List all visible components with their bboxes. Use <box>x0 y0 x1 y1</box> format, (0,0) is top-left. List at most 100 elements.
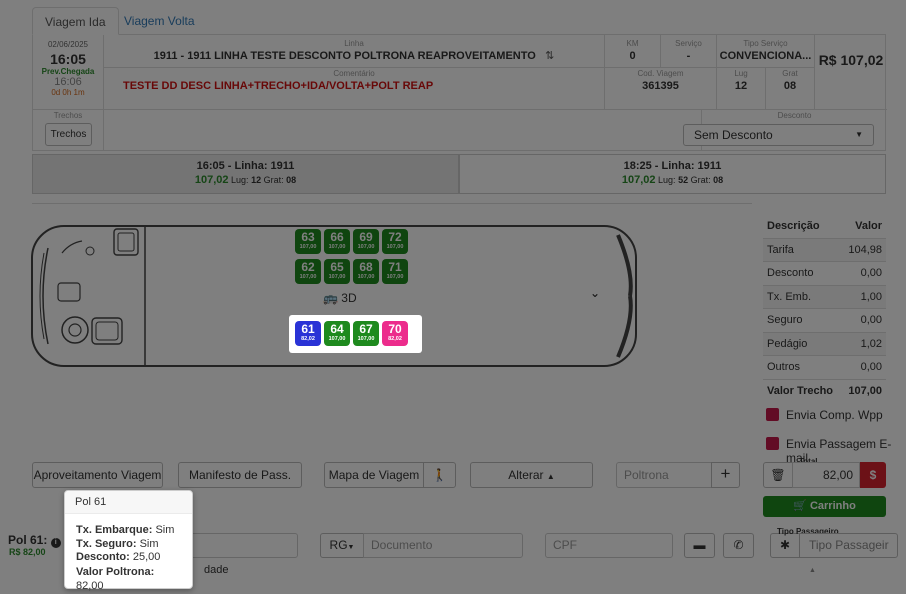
trash-icon[interactable]: 🗑 <box>763 462 793 488</box>
trip-header: 02/06/2025 16:05 Prev.Chegada 16:06 0d 0… <box>32 34 887 151</box>
price-row: Desconto 0,00 <box>763 261 886 285</box>
trip-option-1605[interactable]: 16:05 - Linha: 1911 107,02 Lug: 12 Grat:… <box>32 154 459 194</box>
trip-price: R$ 107,02 <box>818 52 884 68</box>
price-row: Tarifa 104,98 <box>763 237 886 261</box>
chevron-double-down-icon[interactable]: ⌄ ⌄ <box>590 286 600 314</box>
grat-cell: Grat 08 <box>766 68 815 110</box>
seat-70[interactable]: 70 82,02 <box>382 321 408 346</box>
add-icon[interactable]: + <box>711 462 740 488</box>
bus-icon: 🚌 <box>323 291 338 305</box>
seat-65[interactable]: 65 107,00 <box>324 259 350 284</box>
popover-desconto: Desconto: 25,00 <box>68 549 168 566</box>
price-table-header: Descrição Valor <box>767 219 882 232</box>
seat-68[interactable]: 68 107,00 <box>353 259 379 284</box>
tipo-passageiro-select[interactable]: Tipo Passageir ▲ <box>799 533 898 574</box>
alterar-button[interactable]: Alterar ▲ <box>470 462 593 488</box>
servico-value: - <box>686 50 691 62</box>
trip-option-1825[interactable]: 18:25 - Linha: 1911 107,02 Lug: 52 Grat:… <box>459 154 886 194</box>
linha-value: 1911 - 1911 LINHA TESTE DESCONTO POLTRON… <box>153 50 536 62</box>
caret-up-icon: ▲ <box>546 472 555 481</box>
desconto-label: Desconto <box>777 111 812 120</box>
km-cell: KM 0 <box>605 34 661 68</box>
boarding-walk-icon[interactable]: 🚶 <box>423 462 456 488</box>
lug-label: Lug <box>734 69 748 78</box>
km-label: KM <box>626 39 639 48</box>
bus-3d-toggle[interactable]: 🚌 3D <box>323 291 357 305</box>
cpf-input[interactable]: CPF <box>545 533 673 558</box>
aproveitamento-viagem-button[interactable]: Aproveitamento Viagem <box>32 462 163 488</box>
popover-valor-poltrona: Valor Poltrona: 82,00 <box>76 566 155 592</box>
divider <box>32 203 752 204</box>
price-cell: R$ 107,02 <box>815 34 887 110</box>
tab-viagem-volta[interactable]: Viagem Volta <box>112 7 207 35</box>
trip-title: 16:05 - Linha: 1911 <box>196 160 295 172</box>
envia-email-checkbox[interactable] <box>766 437 779 450</box>
bus-3d-label: 3D <box>341 291 357 305</box>
price-row: Tx. Emb. 1,00 <box>763 284 886 308</box>
tipo-servico-label: Tipo Serviço <box>743 39 788 48</box>
seat-64[interactable]: 64 107,00 <box>324 321 350 346</box>
grat-label: Grat <box>782 69 798 78</box>
seat-61[interactable]: 61 82,02 <box>295 321 321 346</box>
seat-63[interactable]: 63 107,00 <box>295 229 321 254</box>
swap-icon[interactable]: ⇅ <box>545 50 554 62</box>
comentario-label: Comentário <box>333 69 375 78</box>
departure-date: 02/06/2025 <box>47 40 89 49</box>
seat-71[interactable]: 71 107,00 <box>382 259 408 284</box>
tipo-servico-value: CONVENCIONA... <box>719 50 812 62</box>
carrinho-button[interactable]: 🛒 Carrinho <box>763 496 886 517</box>
desconto-select[interactable]: Sem Desconto ▼ <box>683 124 874 146</box>
phone-icon[interactable]: ✆ <box>723 533 754 558</box>
linha-label: Linha <box>344 39 364 48</box>
servico-cell: Serviço - <box>661 34 717 68</box>
grat-value: 08 <box>783 80 797 92</box>
seat-69[interactable]: 69 107,00 <box>353 229 379 254</box>
seat-66[interactable]: 66 107,00 <box>324 229 350 254</box>
child-icon[interactable]: ✱ <box>770 533 800 558</box>
rg-select[interactable]: RG▼ <box>320 533 364 558</box>
caret-up-icon: ▲ <box>809 567 816 574</box>
trechos-label: Trechos <box>53 111 83 120</box>
trechos-button[interactable]: Trechos <box>45 123 92 146</box>
total-value: 82,00 <box>792 462 860 488</box>
info-icon[interactable]: i <box>50 538 61 548</box>
envia-wpp-checkbox[interactable] <box>766 408 779 421</box>
cod-viagem-cell: Cod. Viagem 361395 <box>605 68 717 110</box>
trip-duration: 0d 0h 1m <box>51 88 85 97</box>
envia-wpp-label: Envia Comp. Wpp <box>786 408 883 422</box>
manifesto-pass-button[interactable]: Manifesto de Pass. <box>178 462 302 488</box>
comentario-value: TESTE DD DESC LINHA+TRECHO+IDA/VOLTA+POL… <box>123 80 434 92</box>
popover-title: Pol 61 <box>65 491 192 514</box>
cart-icon: 🛒 <box>793 500 807 512</box>
passenger-name-input[interactable] <box>188 533 298 558</box>
price-table: Descrição Valor Tarifa 104,98 Desconto 0,00 T… <box>763 214 886 402</box>
seat-67[interactable]: 67 107,00 <box>353 321 379 346</box>
price-row: Seguro 0,00 <box>763 308 886 332</box>
tab-viagem-ida[interactable]: Viagem Ida <box>32 7 119 35</box>
documento-input[interactable]: Documento <box>363 533 523 558</box>
popover-tx-embarque: Tx. Embarque: Sim <box>76 524 175 536</box>
caret-down-icon: ▼ <box>855 130 863 139</box>
servico-label: Serviço <box>675 39 702 48</box>
seat-72[interactable]: 72 107,00 <box>382 229 408 254</box>
arrival-time: 16:06 <box>54 76 82 88</box>
seat-62[interactable]: 62 107,00 <box>295 259 321 284</box>
caret-down-icon: ▼ <box>347 544 355 551</box>
dade-text: dade <box>204 564 229 576</box>
trip-title: 18:25 - Linha: 1911 <box>623 160 722 172</box>
desconto-value: Sem Desconto <box>694 128 773 142</box>
departure-cell: 02/06/2025 16:05 Prev.Chegada 16:06 0d 0… <box>33 34 104 110</box>
card-icon[interactable]: ▬ <box>684 533 715 558</box>
poltrona-input[interactable]: Poltrona <box>616 462 712 488</box>
lug-value: 12 <box>734 80 748 92</box>
tipo-servico-cell: Tipo Serviço CONVENCIONA... <box>717 34 815 68</box>
linha-cell: Linha 1911 - 1911 LINHA TESTE DESCONTO P… <box>104 34 605 68</box>
price-total-row: Valor Trecho 107,00 <box>763 378 886 403</box>
trip-details: 107,02 Lug: 52 Grat: 08 <box>621 174 724 186</box>
mapa-viagem-button[interactable]: Mapa de Viagem <box>324 462 424 488</box>
price-row: Outros 0,00 <box>763 355 886 379</box>
price-row: Pedágio 1,02 <box>763 331 886 355</box>
departure-time: 16:05 <box>50 51 86 67</box>
cod-viagem-value: 361395 <box>642 80 679 92</box>
dollar-icon[interactable]: $ <box>860 462 886 488</box>
